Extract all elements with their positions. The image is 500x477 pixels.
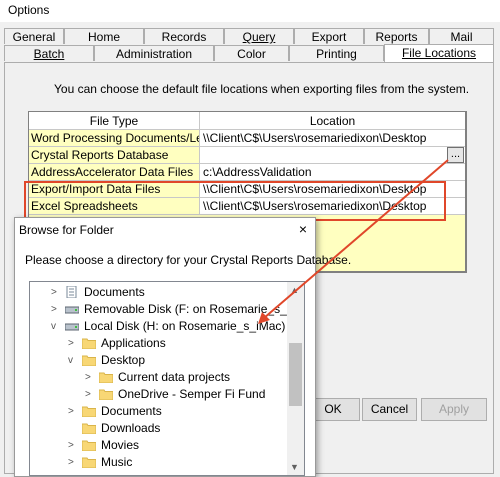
annotation-arrow <box>258 159 449 324</box>
